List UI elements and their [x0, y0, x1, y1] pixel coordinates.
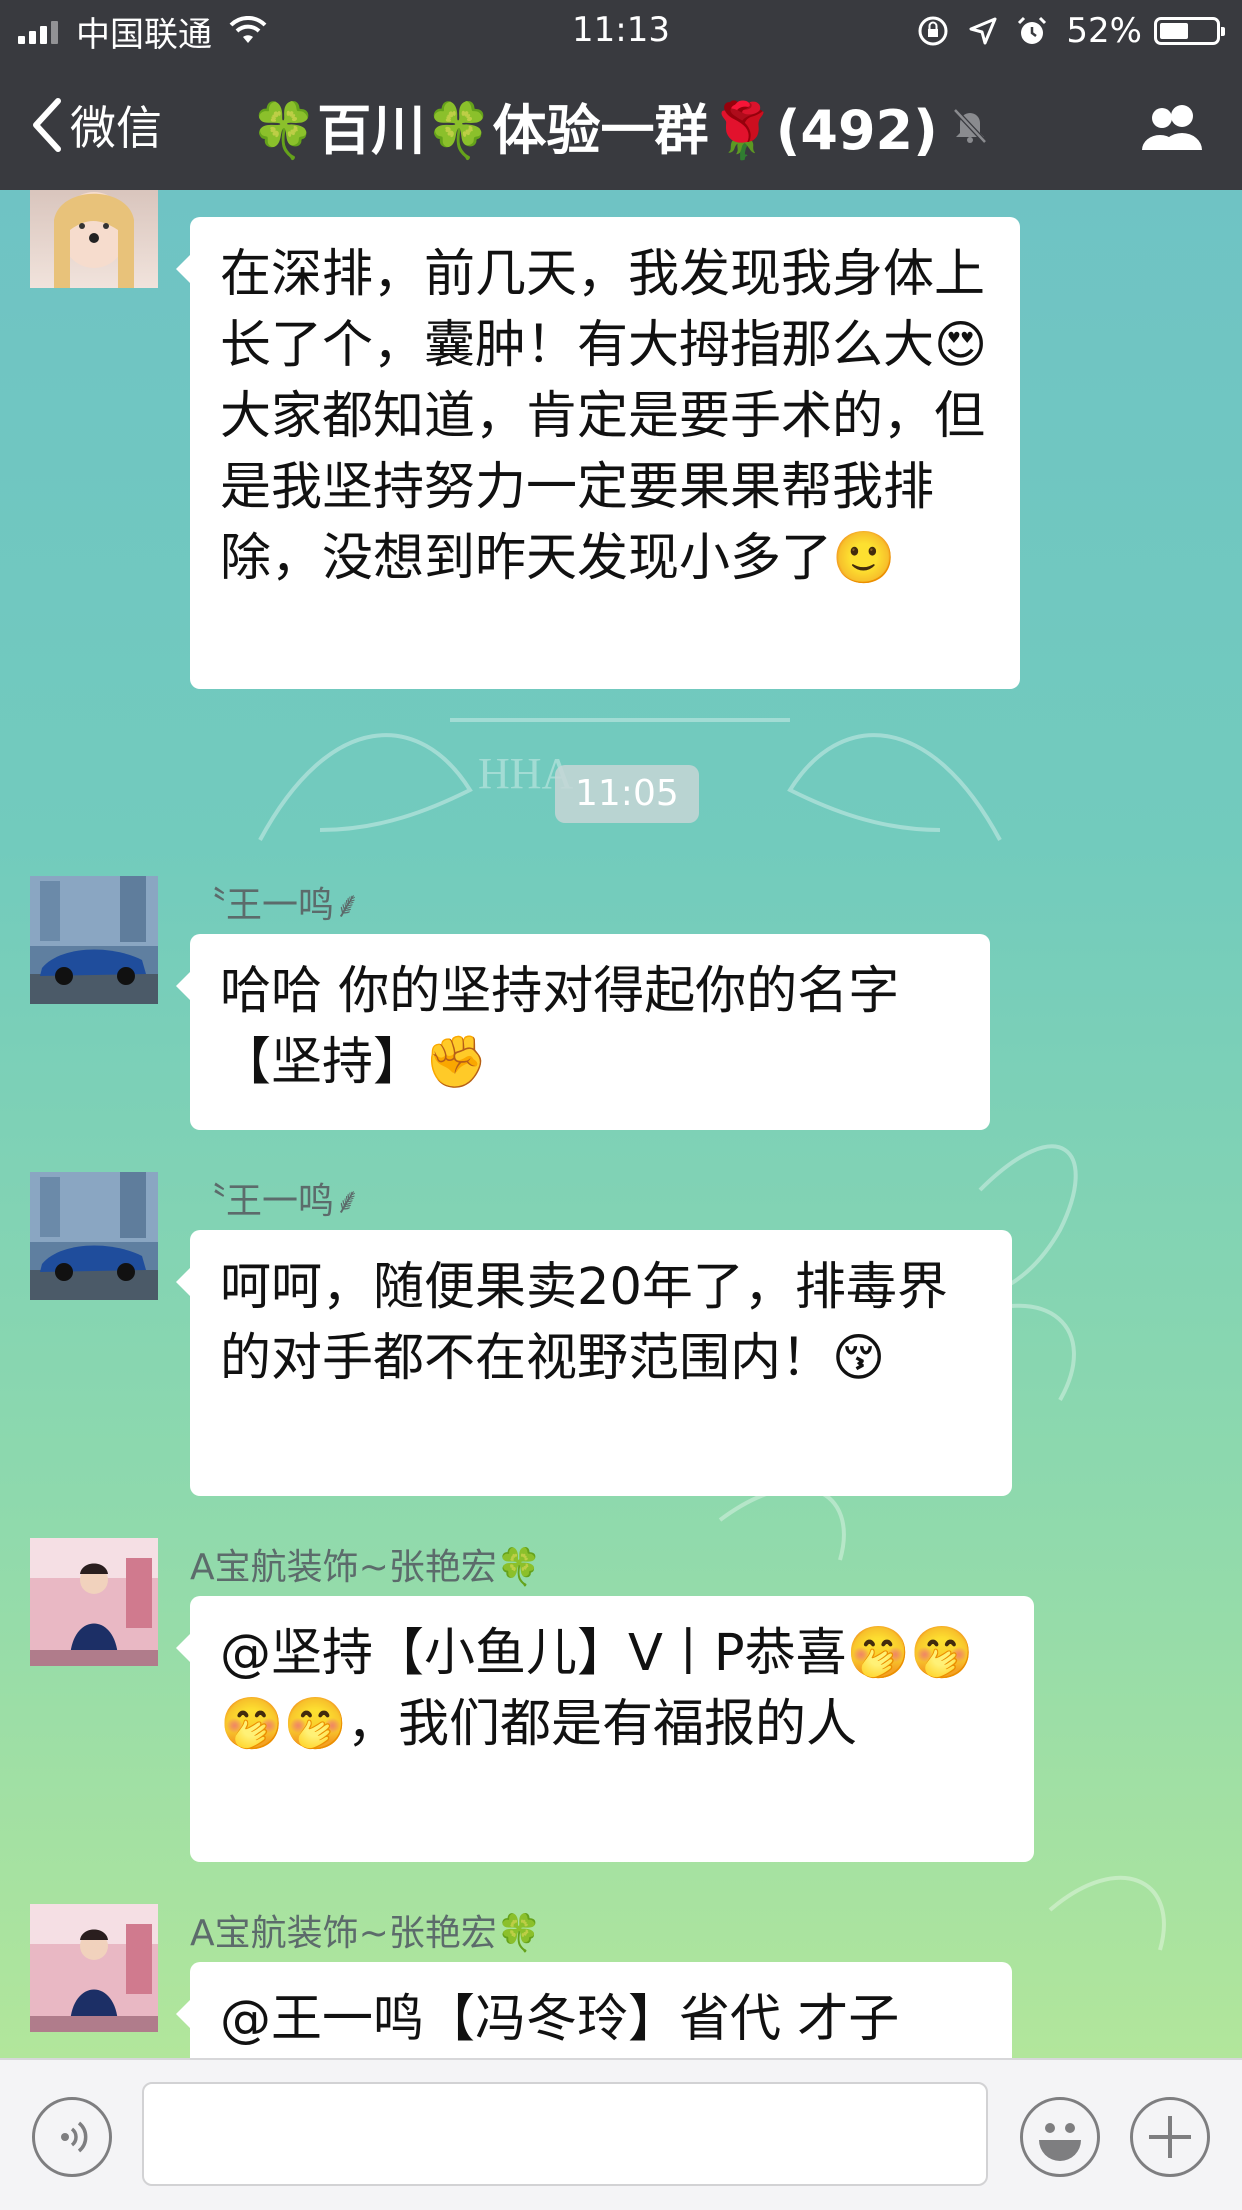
message-text: 在深排，前几天，我发现我身体上长了个，囊肿！有大拇指那么大😍大家都知道，肯定是要… — [220, 245, 988, 588]
message-bubble[interactable]: 哈哈 你的坚持对得起你的名字【坚持】✊ — [176, 934, 990, 1130]
sender-name: A宝航装饰~张艳宏🍀 — [190, 1547, 542, 1588]
message-text: @坚持【小鱼儿】V丨P恭喜🤭🤭🤭🤭，我们都是有福报的人 — [220, 1624, 974, 1754]
battery-percent: 52% — [1066, 11, 1142, 51]
emoji-icon — [1039, 2123, 1081, 2161]
location-arrow-icon — [969, 17, 997, 45]
avatar-woman-image — [30, 1904, 158, 2032]
group-members-button[interactable] — [1138, 102, 1208, 156]
avatar-woman-image — [30, 1538, 158, 1666]
time-divider: 11:05 — [555, 765, 699, 823]
message-text: 哈哈 你的坚持对得起你的名字【坚持】✊ — [220, 962, 900, 1092]
mute-bell-icon — [952, 108, 987, 144]
message-bubble[interactable]: @王一鸣【冯冬玲】省代 才子 — [176, 1962, 1012, 2058]
group-members-icon — [1142, 105, 1202, 150]
avatar[interactable] — [30, 1538, 158, 1666]
status-bar: 中国联通 11:13 52% — [0, 0, 1242, 62]
message-text: @王一鸣【冯冬玲】省代 才子 — [220, 1990, 900, 2049]
chat-messages[interactable]: HHA 在深排，前几天，我发现我身体上长了个，囊肿！有大拇指那么大😍大家都知道，… — [0, 190, 1242, 2058]
voice-icon — [61, 2121, 88, 2153]
avatar[interactable] — [30, 190, 158, 288]
avatar-girl-image — [54, 192, 134, 288]
alarm-icon — [1018, 16, 1047, 44]
voice-button[interactable] — [32, 2097, 112, 2177]
sender-name: 〝王一鸣⸙ — [190, 885, 362, 926]
message-text: 呵呵，随便果卖20年了，排毒界的对手都不在视野范围内！😚 — [220, 1258, 948, 1388]
avatar[interactable] — [30, 1904, 158, 2032]
battery-level — [1160, 23, 1188, 39]
navigation-bar: 微信 🍀百川🍀体验一群🌹(492) — [0, 62, 1242, 190]
avatar-car-image — [30, 1172, 158, 1300]
message-bubble[interactable]: 呵呵，随便果卖20年了，排毒界的对手都不在视野范围内！😚 — [176, 1230, 1012, 1496]
avatar[interactable] — [30, 876, 158, 1004]
avatar-car-image — [30, 876, 158, 1004]
back-label: 微信 — [70, 101, 162, 155]
chevron-left-icon — [33, 98, 61, 152]
chat-title: 🍀百川🍀体验一群🌹(492) — [250, 90, 990, 162]
back-button[interactable]: 微信 — [28, 92, 162, 158]
message-input[interactable] — [142, 2082, 988, 2186]
more-button[interactable] — [1130, 2097, 1210, 2177]
sender-name: A宝航装饰~张艳宏🍀 — [190, 1913, 542, 1954]
rotation-lock-icon — [918, 16, 948, 46]
input-bar — [0, 2058, 1242, 2210]
group-name: 🍀百川🍀体验一群🌹(492) — [250, 98, 938, 162]
message-bubble[interactable]: @坚持【小鱼儿】V丨P恭喜🤭🤭🤭🤭，我们都是有福报的人 — [176, 1596, 1034, 1862]
sender-name: 〝王一鸣⸙ — [190, 1181, 362, 1222]
avatar[interactable] — [30, 1172, 158, 1300]
plus-icon — [1149, 2116, 1191, 2158]
emoji-button[interactable] — [1020, 2097, 1100, 2177]
battery-icon — [1154, 17, 1225, 45]
message-bubble[interactable]: 在深排，前几天，我发现我身体上长了个，囊肿！有大拇指那么大😍大家都知道，肯定是要… — [176, 217, 1020, 689]
